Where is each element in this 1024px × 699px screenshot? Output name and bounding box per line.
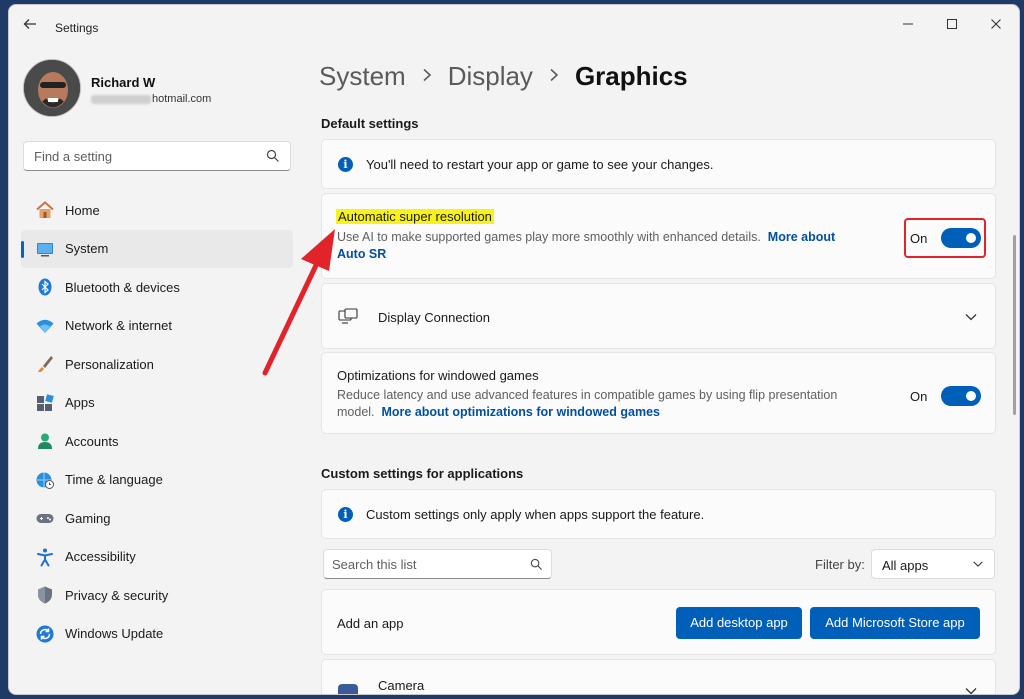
add-store-app-button[interactable]: Add Microsoft Store app	[810, 607, 980, 639]
avatar[interactable]	[23, 59, 81, 117]
sidebar-item-label: Accessibility	[65, 549, 136, 565]
sidebar-item-label: Time & language	[65, 472, 163, 488]
camera-icon	[338, 684, 358, 694]
back-arrow-icon[interactable]	[21, 17, 39, 33]
filter-value: All apps	[882, 558, 929, 573]
globe-clock-icon	[35, 470, 55, 490]
profile-name: Richard W	[91, 75, 156, 90]
add-desktop-app-button[interactable]: Add desktop app	[676, 607, 802, 639]
wifi-icon	[35, 316, 55, 336]
scrollbar[interactable]	[1013, 235, 1016, 415]
sidebar-item-time-language[interactable]: Time & language	[21, 461, 293, 500]
gamepad-icon	[35, 508, 55, 528]
auto-sr-toggle-label: On	[910, 231, 928, 246]
sidebar-item-privacy[interactable]: Privacy & security	[21, 576, 293, 615]
page-title: Graphics	[574, 61, 688, 91]
search-box[interactable]	[23, 141, 291, 171]
windowed-games-toggle[interactable]	[941, 386, 981, 406]
maximize-icon[interactable]	[929, 11, 975, 39]
home-icon	[35, 200, 55, 220]
sidebar-item-label: Bluetooth & devices	[65, 279, 180, 295]
filter-dropdown[interactable]: All apps	[871, 549, 995, 579]
breadcrumb-system[interactable]: System	[319, 61, 406, 92]
sidebar-item-home[interactable]: Home	[21, 191, 293, 230]
info-text: Custom settings only apply when apps sup…	[366, 507, 705, 522]
shield-icon	[35, 585, 55, 605]
info-card-custom: i Custom settings only apply when apps s…	[321, 489, 996, 539]
chevron-down-icon[interactable]	[964, 684, 978, 695]
profile-email: hotmail.com	[91, 93, 211, 105]
section-title-custom: Custom settings for applications	[321, 466, 524, 481]
chevron-down-icon[interactable]	[964, 310, 978, 324]
bluetooth-icon	[35, 277, 55, 297]
filter-label: Filter by:	[815, 557, 865, 572]
auto-sr-card: Automatic super resolution Use AI to mak…	[321, 193, 996, 279]
sidebar-item-system[interactable]: System	[21, 229, 293, 268]
apps-icon	[35, 393, 55, 413]
brush-icon	[35, 354, 55, 374]
account-icon	[35, 431, 55, 451]
sidebar-item-label: Personalization	[65, 356, 154, 372]
system-icon	[35, 239, 55, 259]
sidebar-item-accounts[interactable]: Accounts	[21, 422, 293, 461]
sidebar-item-label: Home	[65, 202, 100, 218]
chevron-down-icon	[973, 561, 983, 567]
auto-sr-title: Automatic super resolution	[336, 209, 494, 224]
add-app-card: Add an app Add desktop app Add Microsoft…	[321, 589, 996, 655]
accessibility-icon	[35, 547, 55, 567]
annotation-arrow	[262, 229, 335, 376]
update-icon	[35, 624, 55, 644]
windowed-games-description: Reduce latency and use advanced features…	[337, 388, 838, 419]
sidebar-item-network[interactable]: Network & internet	[21, 307, 293, 346]
display-connection-card[interactable]: Display Connection	[321, 283, 996, 349]
windowed-games-title: Optimizations for windowed games	[337, 368, 539, 383]
auto-sr-toggle[interactable]	[941, 228, 981, 248]
app-list-item[interactable]: Camera	[321, 659, 996, 695]
windowed-games-card: Optimizations for windowed games Reduce …	[321, 352, 996, 434]
search-input[interactable]	[24, 142, 244, 170]
breadcrumb: System Display Graphics	[319, 61, 688, 92]
windowed-games-link[interactable]: More about optimizations for windowed ga…	[381, 405, 660, 419]
settings-window: Settings Richard W hotmail.com Home	[8, 4, 1020, 695]
sidebar-item-label: System	[65, 241, 109, 257]
windowed-games-toggle-label: On	[910, 389, 928, 404]
section-title-default: Default settings	[321, 116, 419, 131]
sidebar-item-apps[interactable]: Apps	[21, 384, 293, 423]
close-icon[interactable]	[973, 11, 1019, 39]
sidebar-item-label: Network & internet	[65, 318, 172, 334]
info-icon: i	[338, 157, 353, 172]
list-search-box[interactable]	[323, 549, 552, 579]
sidebar-item-windows-update[interactable]: Windows Update	[21, 615, 293, 654]
title-bar: Settings	[9, 5, 1019, 45]
add-app-label: Add an app	[337, 616, 404, 631]
minimize-icon[interactable]	[885, 11, 931, 39]
auto-sr-description: Use AI to make supported games play more…	[337, 230, 836, 261]
list-search-input[interactable]	[324, 550, 514, 578]
info-icon: i	[338, 507, 353, 522]
breadcrumb-display[interactable]: Display	[448, 61, 533, 92]
chevron-right-icon	[549, 66, 559, 87]
sidebar-item-label: Apps	[65, 395, 95, 411]
sidebar-item-label: Gaming	[65, 510, 111, 526]
search-icon[interactable]	[266, 149, 280, 163]
sidebar-item-label: Windows Update	[65, 626, 164, 642]
search-icon[interactable]	[530, 558, 543, 571]
sidebar-item-gaming[interactable]: Gaming	[21, 499, 293, 538]
sidebar-nav: Home System Bluetooth & devices Network …	[21, 191, 293, 653]
chevron-right-icon	[422, 66, 432, 87]
info-text: You'll need to restart your app or game …	[366, 157, 714, 172]
sidebar-item-bluetooth[interactable]: Bluetooth & devices	[21, 268, 293, 307]
display-connection-title: Display Connection	[378, 310, 491, 325]
info-card-restart: i You'll need to restart your app or gam…	[321, 139, 996, 189]
sidebar-item-personalization[interactable]: Personalization	[21, 345, 293, 384]
sidebar-item-label: Privacy & security	[65, 587, 169, 603]
app-name: Camera	[378, 678, 425, 693]
sidebar-item-label: Accounts	[65, 433, 119, 449]
sidebar-item-accessibility[interactable]: Accessibility	[21, 538, 293, 577]
app-title: Settings	[55, 21, 99, 35]
